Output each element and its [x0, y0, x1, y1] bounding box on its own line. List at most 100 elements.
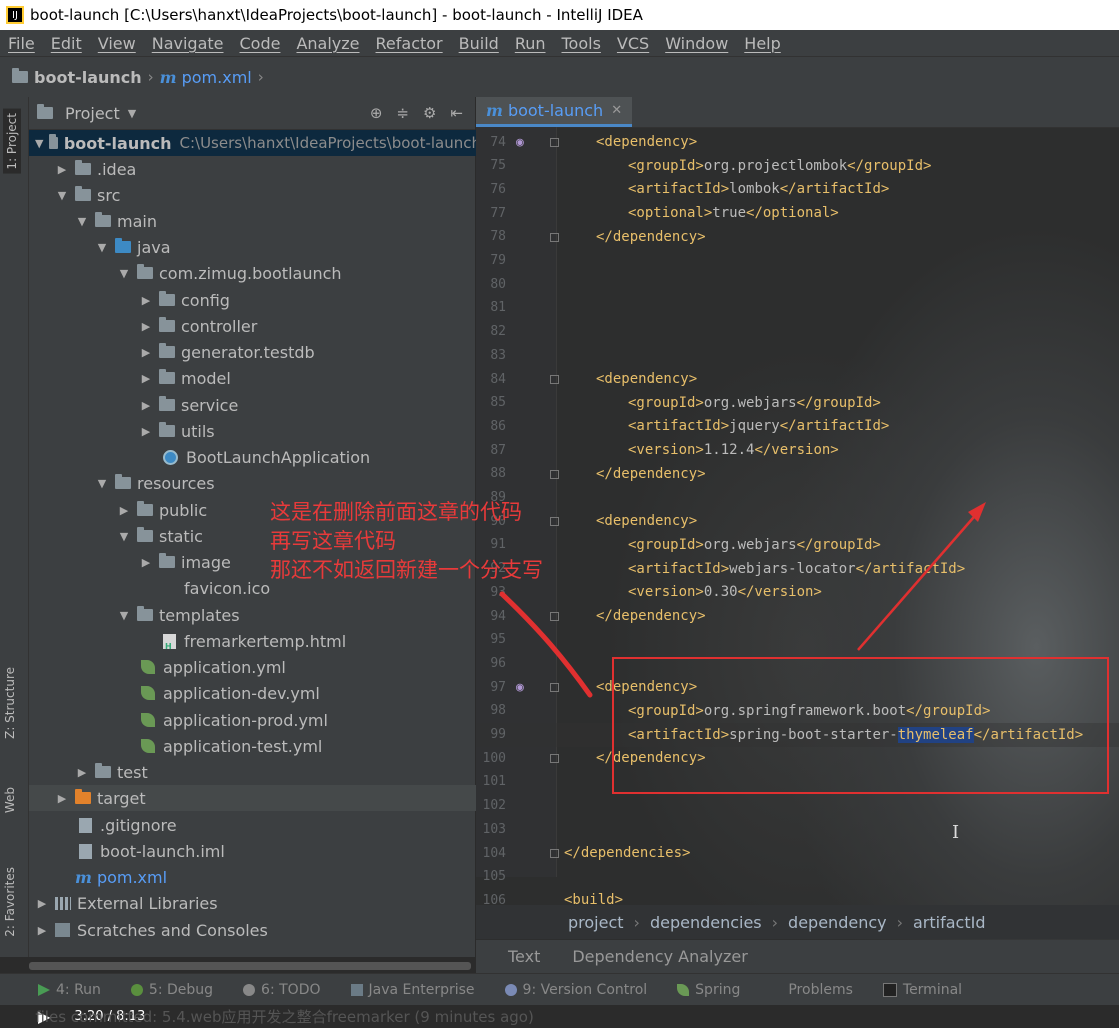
- fold-marker-icon[interactable]: [550, 138, 559, 147]
- code-line[interactable]: 105: [476, 865, 1119, 889]
- debug-tool[interactable]: 5: Debug: [130, 982, 213, 998]
- code-line[interactable]: 88 </dependency>: [476, 462, 1119, 486]
- chevron-right-icon: ›: [771, 912, 779, 932]
- code-line[interactable]: 80: [476, 272, 1119, 296]
- tree-item[interactable]: boot-launch.iml: [29, 838, 525, 864]
- editor-tab[interactable]: m boot-launch ✕: [476, 97, 633, 127]
- maven-dependency-icon[interactable]: ◉: [516, 680, 524, 695]
- code-line[interactable]: 77 <optional>true</optional>: [476, 201, 1119, 225]
- breadcrumb-artifactid[interactable]: artifactId: [913, 913, 985, 932]
- menu-code[interactable]: Code: [232, 34, 289, 53]
- tree-item[interactable]: ▼ main: [29, 208, 521, 234]
- code-line[interactable]: 75 <groupId>org.projectlombok</groupId>: [476, 154, 1119, 178]
- project-view-selector[interactable]: Project: [65, 104, 120, 123]
- fold-marker-icon[interactable]: [550, 517, 559, 527]
- fold-marker-icon[interactable]: [550, 754, 559, 764]
- menu-file[interactable]: File: [0, 34, 43, 53]
- code-line[interactable]: 84 <dependency>: [476, 367, 1119, 391]
- hide-panel-icon[interactable]: ⇤: [450, 104, 463, 122]
- code-line[interactable]: 95: [476, 628, 1119, 652]
- problems-tool[interactable]: Problems: [770, 982, 853, 998]
- tree-item[interactable]: ▼ resources: [29, 470, 541, 496]
- fold-marker-icon[interactable]: [550, 469, 559, 479]
- collapse-all-icon[interactable]: ≑: [396, 104, 409, 122]
- code-text: <dependency>: [596, 513, 698, 530]
- fold-marker-icon[interactable]: [550, 375, 559, 384]
- menu-navigate[interactable]: Navigate: [144, 34, 232, 53]
- line-number: 105: [482, 869, 506, 885]
- menu-refactor[interactable]: Refactor: [368, 34, 451, 53]
- breadcrumb-dependency[interactable]: dependency: [788, 913, 887, 932]
- fold-marker-icon[interactable]: [550, 232, 559, 242]
- spring-tool[interactable]: Spring: [677, 982, 740, 998]
- todo-tool[interactable]: 6: TODO: [243, 982, 321, 998]
- tab-structure[interactable]: Z: Structure: [3, 667, 17, 739]
- code-line[interactable]: 87 <version>1.12.4</version>: [476, 438, 1119, 462]
- tab-text[interactable]: Text: [508, 947, 540, 966]
- menu-tools[interactable]: Tools: [554, 34, 609, 53]
- code-line[interactable]: 79: [476, 249, 1119, 273]
- code-line[interactable]: 85 <groupId>org.webjars</groupId>: [476, 391, 1119, 415]
- code-line[interactable]: 94 </dependency>: [476, 604, 1119, 628]
- code-line[interactable]: 89: [476, 486, 1119, 510]
- breadcrumb-dependencies[interactable]: dependencies: [650, 913, 762, 932]
- java-enterprise-tool[interactable]: Java Enterprise: [350, 982, 475, 998]
- tab-web[interactable]: Web: [3, 787, 17, 813]
- tree-item[interactable]: ▼ java: [29, 234, 541, 260]
- spring-leaf-icon: [141, 713, 155, 727]
- nav-file[interactable]: m pom.xml: [160, 68, 252, 87]
- code-line[interactable]: 82: [476, 320, 1119, 344]
- fold-marker-icon[interactable]: [550, 849, 559, 858]
- tree-item[interactable]: ▼ boot-launch C:\Users\hanxt\IdeaProjects\…: [29, 130, 481, 156]
- code-line[interactable]: 103: [476, 817, 1119, 841]
- menu-window[interactable]: Window: [657, 34, 736, 53]
- code-line[interactable]: 92 <artifactId>webjars-locator</artifactI…: [476, 557, 1119, 581]
- code-line[interactable]: 86 <artifactId>jquery</artifactId>: [476, 414, 1119, 438]
- project-horizontal-scrollbar[interactable]: [29, 962, 471, 970]
- breadcrumb-project[interactable]: project: [568, 913, 624, 932]
- menu-vcs[interactable]: VCS: [609, 34, 657, 53]
- chevron-down-icon[interactable]: ▼: [128, 107, 136, 120]
- code-line[interactable]: 90 <dependency>: [476, 509, 1119, 533]
- code-line[interactable]: 91 <groupId>org.webjars</groupId>: [476, 533, 1119, 557]
- tab-favorites[interactable]: 2: Favorites: [3, 867, 17, 937]
- tree-item[interactable]: m pom.xml: [29, 864, 521, 890]
- code-line[interactable]: 93 <version>0.30</version>: [476, 580, 1119, 604]
- run-tool[interactable]: 4: Run: [38, 982, 101, 998]
- tree-item[interactable]: .gitignore: [29, 812, 525, 838]
- code-line[interactable]: 78 </dependency>: [476, 225, 1119, 249]
- menu-edit[interactable]: Edit: [43, 34, 90, 53]
- code-line[interactable]: 104 </dependencies>: [476, 841, 1119, 865]
- tab-project[interactable]: 1: Project: [3, 109, 21, 174]
- maven-dependency-icon[interactable]: ◉: [516, 135, 524, 150]
- code-line[interactable]: 76 <artifactId>lombok</artifactId>: [476, 177, 1119, 201]
- tree-item[interactable]: ▶ test: [29, 759, 521, 785]
- tree-item[interactable]: ▶ Scratches and Consoles: [29, 917, 481, 943]
- tree-item[interactable]: ▶ External Libraries: [29, 890, 481, 916]
- fold-marker-icon[interactable]: [550, 612, 559, 621]
- tree-item[interactable]: ▶ .idea: [29, 156, 501, 182]
- code-line[interactable]: 83: [476, 343, 1119, 367]
- menu-run[interactable]: Run: [507, 34, 554, 53]
- close-icon[interactable]: ✕: [611, 103, 622, 118]
- code-text: <dependency>: [596, 134, 698, 150]
- menu-build[interactable]: Build: [451, 34, 507, 53]
- code-line[interactable]: 74 ◉ <dependency>: [476, 130, 1119, 154]
- menu-help[interactable]: Help: [736, 34, 788, 53]
- code-line[interactable]: 81: [476, 296, 1119, 320]
- tree-item[interactable]: ▼ src: [29, 182, 501, 208]
- fold-marker-icon[interactable]: [550, 683, 559, 693]
- menu-analyze[interactable]: Analyze: [288, 34, 367, 53]
- code-line[interactable]: 102: [476, 794, 1119, 818]
- gear-icon[interactable]: ⚙: [423, 104, 436, 122]
- line-number: 85: [490, 395, 506, 411]
- terminal-tool[interactable]: Terminal: [882, 982, 962, 998]
- nav-project[interactable]: boot-launch: [12, 68, 142, 87]
- tree-item[interactable]: ▶ target: [29, 785, 501, 811]
- menu-view[interactable]: View: [90, 34, 144, 53]
- locate-icon[interactable]: ⊕: [370, 104, 383, 122]
- annotation-line-2: 再写这章代码: [270, 529, 396, 553]
- version-control-tool[interactable]: 9: Version Control: [504, 982, 647, 998]
- tab-dependency-analyzer[interactable]: Dependency Analyzer: [572, 947, 747, 966]
- run-icon: [38, 984, 50, 996]
